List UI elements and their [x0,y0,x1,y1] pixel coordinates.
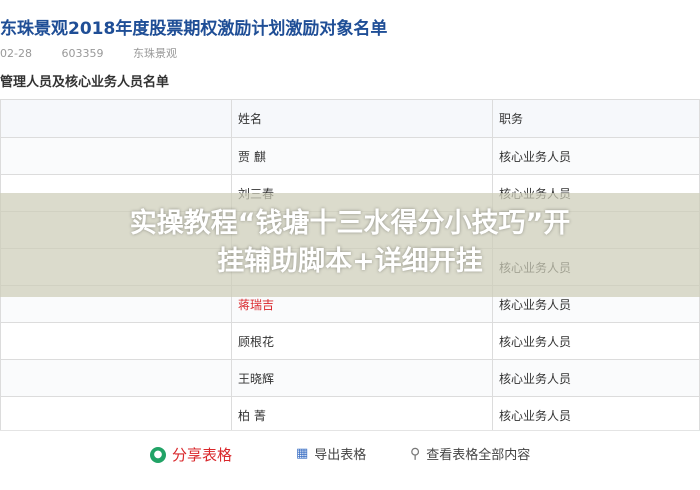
export-table-button[interactable]: ▦ 导出表格 [296,444,366,463]
index-cell [0,137,232,175]
index-cell [0,359,232,397]
share-label: 分享表格 [172,446,233,464]
column-header-role: 职务 [492,99,700,138]
stock-code[interactable]: 603359 [61,47,103,60]
view-all-label: 查看表格全部内容 [426,448,531,463]
index-cell [0,396,232,434]
name-cell: 贾 麒 [231,137,493,175]
table-toolbar: ● 分享表格 ▦ 导出表格 ⚲ 查看表格全部内容 [0,430,700,477]
role-cell: 核心业务人员 [492,322,700,360]
table-row: 贾 麒 核心业务人员 [0,137,700,175]
overlay-line-2: 挂辅助脚本+详细开挂 [217,246,483,277]
column-header-index [0,99,232,138]
name-cell: 柏 菁 [231,396,493,434]
share-table-button[interactable]: ● 分享表格 [150,444,232,465]
role-cell: 核心业务人员 [492,137,700,175]
section-title: 管理人员及核心业务人员名单 [0,75,170,90]
table-header-row: 姓名 职务 [0,99,700,138]
index-cell [0,322,232,360]
table-row: 王晓辉 核心业务人员 [0,359,700,397]
name-cell: 王晓辉 [231,359,493,397]
grid-icon: ▦ [296,446,309,461]
article-meta: 02-28 603359 东珠景观 [0,45,203,61]
overlay-headline: 实操教程“钱塘十三水得分小技巧”开 挂辅助脚本+详细开挂 [20,205,680,281]
export-label: 导出表格 [314,448,367,463]
name-cell: 顾根花 [231,322,493,360]
wechat-share-icon: ● [150,446,166,463]
role-cell: 核心业务人员 [492,359,700,397]
table-row: 顾根花 核心业务人员 [0,322,700,360]
view-full-table-button[interactable]: ⚲ 查看表格全部内容 [410,444,531,464]
table-row: 柏 菁 核心业务人员 [0,396,700,434]
publish-date: 02-28 [0,47,32,60]
document-page: 东珠景观2018年度股票期权激励计划激励对象名单 02-28 603359 东珠… [0,0,700,490]
column-header-name: 姓名 [231,99,493,138]
search-icon: ⚲ [410,445,421,462]
page-title: 东珠景观2018年度股票期权激励计划激励对象名单 [0,19,388,39]
role-cell: 核心业务人员 [492,396,700,434]
company-name[interactable]: 东珠景观 [133,47,177,60]
overlay-line-1: 实操教程“钱塘十三水得分小技巧”开 [129,208,571,239]
